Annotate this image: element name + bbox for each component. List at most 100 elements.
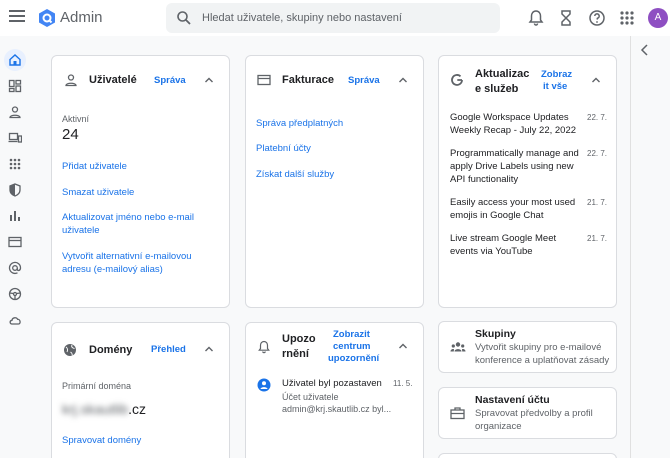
account-settings-tile[interactable]: Nastavení účtu Spravovat předvolby a pro… [438, 387, 617, 439]
bell-icon [258, 340, 270, 354]
shield-icon [9, 183, 21, 197]
briefcase-icon [450, 407, 465, 420]
user-alert-icon [257, 378, 271, 392]
steering-wheel-icon [8, 287, 22, 301]
main-menu-icon[interactable] [9, 10, 25, 26]
updates-title-line1: Aktualizac [475, 68, 530, 80]
rules-nav-button[interactable] [4, 283, 26, 305]
groups-title: Skupiny [475, 328, 516, 340]
groups-description: Vytvořit skupiny pro e-mailové konferenc… [475, 342, 610, 366]
groups-icon [450, 342, 466, 352]
apps-nav-button[interactable] [4, 153, 26, 175]
google-g-icon [451, 74, 463, 86]
account-avatar[interactable]: A [648, 8, 668, 28]
alert-center-link-line2[interactable]: centrum [333, 341, 370, 352]
cloud-icon [9, 317, 21, 325]
update-item-date: 22. 7. [587, 149, 608, 158]
next-tile[interactable] [438, 453, 617, 458]
update-item-title[interactable]: Easily access your most used emojis in G… [450, 196, 580, 222]
chevron-up-icon[interactable] [397, 340, 409, 352]
update-item-title[interactable]: Live stream Google Meet events via YouTu… [450, 232, 580, 258]
search-bar[interactable] [166, 3, 500, 33]
update-item-title[interactable]: Programmatically manage and apply Drive … [450, 147, 580, 186]
search-input[interactable] [202, 3, 492, 33]
alert-item-sub1: Účet uživatele [282, 392, 339, 402]
globe-icon [64, 344, 76, 356]
help-icon[interactable] [588, 9, 606, 27]
update-item-title[interactable]: Google Workspace Updates Weekly Recap - … [450, 111, 580, 137]
update-user-name-link[interactable]: Aktualizovat jméno nebo e-mail uživatele [62, 211, 207, 237]
storage-nav-button[interactable] [4, 309, 26, 331]
bell-icon[interactable] [527, 9, 545, 27]
alert-item-date: 11. 5. [393, 379, 413, 388]
alert-item-sub2: admin@krj.skautlib.cz byl... [282, 404, 392, 414]
update-item-date: 22. 7. [587, 113, 608, 122]
primary-domain-value: krj.skautlib.cz [62, 401, 146, 417]
users-card-title: Uživatelé [89, 74, 137, 86]
billing-card-title: Fakturace [282, 74, 334, 86]
side-panel-divider [630, 36, 631, 458]
apps-icon [9, 158, 21, 170]
home-icon [9, 54, 21, 66]
billing-manage-link[interactable]: Správa [348, 75, 380, 86]
service-updates-card: Aktualizac e služeb Zobraz it vše Google… [438, 55, 617, 308]
alert-center-link[interactable]: Zobrazit [333, 329, 370, 340]
billing-card: Fakturace Správa Správa předplatných Pla… [245, 55, 424, 308]
active-users-count: 24 [62, 126, 79, 143]
at-sign-icon [8, 261, 22, 275]
get-more-services-link[interactable]: Získat další služby [256, 168, 334, 181]
primary-domain-redacted: krj.skautlib [62, 401, 129, 417]
updates-title-line2: e služeb [475, 83, 519, 95]
alerts-title-line1: Upozo [282, 333, 316, 345]
dashboard-nav-button[interactable] [4, 75, 26, 97]
create-alias-link[interactable]: Vytvořit alternativní e-mailovou adresu … [62, 250, 207, 276]
show-all-updates-link[interactable]: Zobraz [541, 69, 572, 80]
payment-accounts-link[interactable]: Platební účty [256, 142, 311, 155]
update-item-date: 21. 7. [587, 234, 608, 243]
chevron-up-icon[interactable] [397, 74, 409, 86]
account-nav-button[interactable] [4, 257, 26, 279]
alert-item-title[interactable]: Uživatel byl pozastaven [282, 378, 382, 389]
alert-center-link-line3[interactable]: upozornění [328, 353, 379, 364]
devices-icon [8, 132, 22, 143]
users-nav-button[interactable] [4, 101, 26, 123]
chevron-left-icon[interactable] [635, 40, 655, 60]
update-item-date: 21. 7. [587, 198, 608, 207]
domains-overview-link[interactable]: Přehled [151, 344, 186, 355]
show-all-updates-link-line2[interactable]: it vše [543, 81, 567, 92]
home-nav-button[interactable] [4, 49, 26, 71]
admin-logo-icon [39, 9, 55, 27]
devices-nav-button[interactable] [4, 127, 26, 149]
security-nav-button[interactable] [4, 179, 26, 201]
apps-grid-icon[interactable] [618, 9, 636, 27]
users-manage-link[interactable]: Správa [154, 75, 186, 86]
groups-tile[interactable]: Skupiny Vytvořit skupiny pro e-mailové k… [438, 321, 617, 373]
alerts-card: Upozo rnění Zobrazit centrum upozornění … [245, 322, 424, 458]
account-settings-description: Spravovat předvolby a profil organizace [475, 408, 593, 432]
dashboard-icon [8, 79, 22, 93]
credit-card-icon [257, 74, 271, 86]
reports-nav-button[interactable] [4, 205, 26, 227]
alerts-title-line2: rnění [282, 348, 309, 360]
manage-domains-link[interactable]: Spravovat domény [62, 434, 141, 447]
domains-card-title: Domény [89, 344, 133, 356]
manage-subscriptions-link[interactable]: Správa předplatných [256, 117, 343, 130]
person-icon [9, 106, 21, 119]
domains-card: Domény Přehled Primární doména krj.skaut… [51, 322, 230, 458]
chevron-up-icon[interactable] [203, 343, 215, 355]
account-settings-title: Nastavení účtu [475, 394, 550, 406]
person-icon [65, 74, 77, 87]
chevron-up-icon[interactable] [203, 74, 215, 86]
hourglass-icon[interactable] [557, 9, 575, 27]
chevron-up-icon[interactable] [590, 74, 602, 86]
primary-domain-suffix: .cz [128, 401, 147, 417]
app-title: Admin [60, 9, 103, 26]
search-icon[interactable] [176, 10, 192, 26]
add-user-link[interactable]: Přidat uživatele [62, 160, 222, 173]
users-card: Uživatelé Správa Aktivní 24 Přidat uživa… [51, 55, 230, 308]
delete-user-link[interactable]: Smazat uživatele [62, 186, 222, 199]
credit-card-icon [8, 236, 22, 248]
top-bar: Admin A [0, 0, 670, 36]
primary-domain-label: Primární doména [62, 381, 132, 391]
billing-nav-button[interactable] [4, 231, 26, 253]
